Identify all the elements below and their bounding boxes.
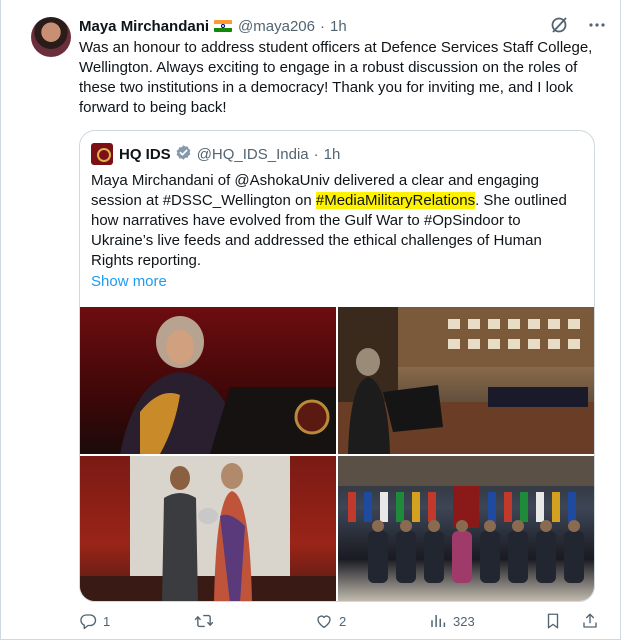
photo-speaker-podium[interactable] [80, 307, 336, 454]
grok-icon[interactable] [550, 16, 568, 34]
author-name[interactable]: Maya Mirchandani [79, 18, 209, 35]
header-actions [550, 16, 606, 34]
quote-header: HQ IDS @HQ_IDS_India · 1h [91, 143, 340, 165]
tweet-card[interactable]: Maya Mirchandani @maya206 · 1h Was an ho… [0, 0, 621, 640]
photo-group-flags[interactable] [338, 456, 594, 601]
hq-ids-logo[interactable] [91, 143, 113, 165]
views-button[interactable]: 323 [429, 612, 475, 630]
tweet-text: Was an honour to address student officer… [79, 39, 593, 116]
quote-separator-dot: · [313, 145, 319, 163]
highlighted-hashtag[interactable]: #MediaMilitaryRelations [315, 192, 476, 209]
reply-button[interactable]: 1 [79, 612, 110, 630]
more-icon[interactable] [588, 16, 606, 34]
reply-count: 1 [103, 613, 111, 629]
repost-button[interactable] [194, 612, 220, 630]
author-avatar[interactable] [31, 17, 71, 57]
bookmark-button[interactable] [545, 612, 561, 630]
author-handle[interactable]: @maya206 [238, 18, 315, 35]
action-bar: 1 2 323 [79, 612, 609, 632]
like-button[interactable]: 2 [315, 612, 346, 630]
verified-badge-icon [175, 144, 192, 165]
heart-icon [315, 612, 333, 630]
separator-dot: · [319, 17, 325, 35]
share-icon [581, 612, 599, 630]
quote-time[interactable]: 1h [324, 146, 341, 163]
share-button[interactable] [581, 612, 599, 630]
repost-icon [194, 612, 214, 630]
reply-icon [79, 612, 97, 630]
photo-auditorium[interactable] [338, 307, 594, 454]
show-more-link[interactable]: Show more [91, 273, 167, 290]
tweet-time[interactable]: 1h [330, 18, 347, 35]
tweet-header: Maya Mirchandani @maya206 · 1h [79, 16, 347, 36]
quoted-tweet[interactable]: HQ IDS @HQ_IDS_India · 1h Maya Mirchanda… [79, 130, 595, 602]
bookmark-icon [545, 612, 561, 630]
quote-author-handle[interactable]: @HQ_IDS_India [197, 146, 309, 163]
india-flag-icon [214, 20, 233, 32]
media-grid [80, 307, 594, 601]
views-count: 323 [453, 613, 475, 629]
quote-author-name[interactable]: HQ IDS [119, 146, 171, 163]
like-count: 2 [339, 613, 347, 629]
quote-text: Maya Mirchandani of @AshokaUniv delivere… [91, 171, 586, 271]
photo-memento-presentation[interactable] [80, 456, 336, 601]
views-bar-chart-icon [429, 612, 447, 630]
